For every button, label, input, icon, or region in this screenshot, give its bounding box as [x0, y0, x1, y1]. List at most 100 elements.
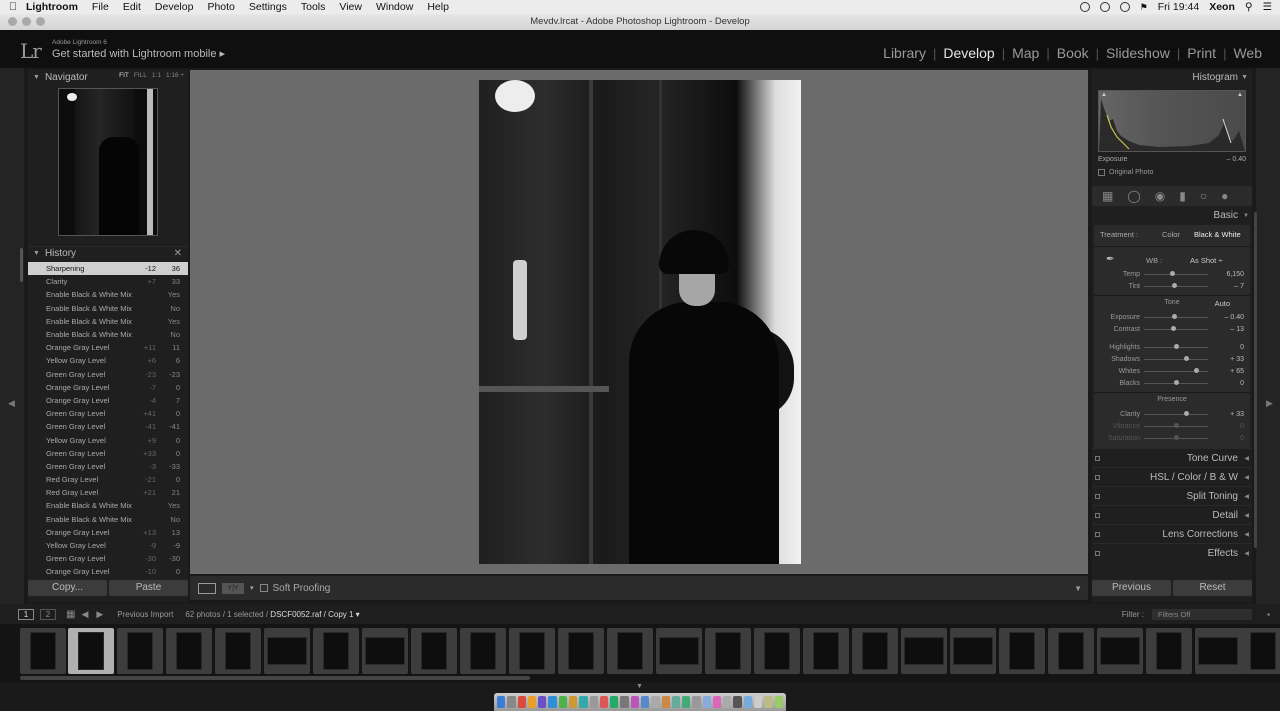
history-item[interactable]: Yellow Gray Level -9 -9 [28, 539, 188, 552]
history-item[interactable]: Clarity +7 33 [28, 275, 188, 288]
module-develop[interactable]: Develop [941, 45, 996, 61]
zoom-fill[interactable]: FILL [134, 72, 147, 79]
slider-value[interactable]: + 65 [1230, 368, 1244, 375]
history-item[interactable]: Green Gray Level -41 -41 [28, 420, 188, 433]
menu-tools[interactable]: Tools [301, 1, 326, 13]
menu-lightroom[interactable]: Lightroom [26, 1, 78, 13]
slider-value[interactable]: – 0.40 [1225, 314, 1244, 321]
panel-switch-icon[interactable] [1095, 455, 1100, 461]
module-library[interactable]: Library [881, 45, 928, 61]
history-item[interactable]: Enable Black & White Mix Yes [28, 315, 188, 328]
slider-track[interactable] [1144, 344, 1208, 349]
record-icon[interactable] [1079, 2, 1090, 12]
grid-view-icon[interactable]: ▦ [66, 609, 75, 620]
section-header[interactable]: Tone Curve ◀ [1092, 448, 1252, 467]
mobile-promo-link[interactable]: Get started with Lightroom mobile ▸ [52, 47, 225, 60]
dock-app-icon[interactable] [589, 696, 598, 708]
slider-value[interactable]: 6,150 [1226, 271, 1244, 278]
menu-edit[interactable]: Edit [123, 1, 141, 13]
adjustment-brush-icon[interactable]: ● [1221, 189, 1228, 203]
dock-app-icon[interactable] [538, 696, 547, 708]
dock-app-icon[interactable] [702, 696, 711, 708]
disclosure-triangle-icon[interactable]: ◀ [1244, 531, 1249, 538]
back-arrow-icon[interactable]: ◀ [81, 609, 88, 620]
filter-lock-icon[interactable]: ▪ [1267, 610, 1270, 619]
graduated-filter-icon[interactable]: ▮ [1179, 189, 1186, 203]
history-item[interactable]: Sharpening -12 36 [28, 262, 188, 276]
disclosure-triangle-icon[interactable]: ▼ [33, 74, 40, 81]
dock-app-icon[interactable] [579, 696, 588, 708]
dock-app-icon[interactable] [661, 696, 670, 708]
dock-app-icon[interactable] [558, 696, 567, 708]
treatment-bw-option[interactable]: Black & White [1194, 230, 1241, 239]
dock-app-icon[interactable] [568, 696, 578, 708]
dock-app-icon[interactable] [682, 696, 691, 708]
main-photo[interactable] [479, 80, 801, 564]
slider-track[interactable] [1144, 326, 1208, 331]
slider-value[interactable]: – 7 [1234, 283, 1244, 290]
filmstrip-thumbnail[interactable] [950, 628, 996, 674]
slider-track[interactable] [1144, 283, 1208, 288]
slider-knob[interactable] [1173, 435, 1179, 440]
slider-value[interactable]: 0 [1240, 435, 1244, 442]
filmstrip-thumbnail[interactable] [460, 628, 506, 674]
filter-select[interactable]: Filters Off [1152, 608, 1252, 620]
sync-icon[interactable] [1099, 2, 1110, 12]
slider-value[interactable]: 0 [1240, 344, 1244, 351]
section-header[interactable]: Lens Corrections ◀ [1092, 524, 1252, 543]
slider-knob[interactable] [1183, 356, 1189, 361]
history-item[interactable]: Green Gray Level -23 -23 [28, 368, 188, 381]
filmstrip-thumbnail[interactable] [264, 628, 310, 674]
slider-knob[interactable] [1173, 380, 1179, 385]
menu-window[interactable]: Window [376, 1, 413, 13]
history-item[interactable]: Enable Black & White Mix No [28, 328, 188, 341]
history-item[interactable]: Yellow Gray Level +6 6 [28, 354, 188, 367]
slider-knob[interactable] [1171, 314, 1177, 319]
paste-button[interactable]: Paste [109, 580, 188, 596]
panel-switch-icon[interactable] [1095, 493, 1100, 499]
basic-section-header[interactable]: Basic ▼ [1092, 206, 1252, 225]
menu-develop[interactable]: Develop [155, 1, 194, 13]
radial-filter-icon[interactable]: ○ [1200, 189, 1207, 203]
user-name[interactable]: Xeon [1209, 1, 1235, 13]
image-canvas[interactable] [190, 70, 1088, 574]
clear-history-icon[interactable]: ✕ [174, 248, 182, 259]
red-eye-icon[interactable]: ◉ [1155, 189, 1165, 203]
history-item[interactable]: Green Gray Level +33 0 [28, 447, 188, 460]
filmstrip-thumbnail[interactable] [558, 628, 604, 674]
slider-track[interactable] [1144, 356, 1208, 361]
module-slideshow[interactable]: Slideshow [1104, 45, 1172, 61]
filmstrip-thumbnail[interactable] [1240, 628, 1280, 674]
filmstrip-thumbnail[interactable] [607, 628, 653, 674]
history-item[interactable]: Green Gray Level -30 -30 [28, 552, 188, 565]
search-icon[interactable]: ⚲ [1245, 1, 1253, 13]
dock-app-icon[interactable] [692, 696, 701, 708]
history-item[interactable]: Green Gray Level -3 -33 [28, 460, 188, 473]
flag-icon[interactable]: ⚑ [1140, 2, 1148, 13]
slider-track[interactable] [1144, 435, 1208, 440]
history-item[interactable]: Orange Gray Level -4 7 [28, 394, 188, 407]
highlight-clipping-icon[interactable]: ▲ [1237, 92, 1243, 98]
collapse-right-icon[interactable]: ▶ [1266, 398, 1273, 409]
slider-knob[interactable] [1173, 423, 1179, 428]
history-scrollbar[interactable] [20, 248, 23, 282]
filmstrip-thumbnail[interactable] [1048, 628, 1094, 674]
navigator-header[interactable]: ▼ Navigator FIT FILL 1:1 1:16 ÷ [28, 70, 188, 84]
slider-track[interactable] [1144, 368, 1208, 373]
slider-track[interactable] [1144, 271, 1208, 276]
slider-value[interactable]: 0 [1240, 423, 1244, 430]
navigator-preview[interactable] [58, 88, 158, 236]
filmstrip-thumbnail[interactable] [803, 628, 849, 674]
dock-app-icon[interactable] [640, 696, 650, 708]
menu-view[interactable]: View [339, 1, 362, 13]
slider-knob[interactable] [1193, 368, 1199, 373]
disclosure-triangle-icon[interactable]: ◀ [1244, 512, 1249, 519]
reset-button[interactable]: Reset [1173, 580, 1252, 596]
history-item[interactable]: Orange Gray Level +13 13 [28, 526, 188, 539]
menu-help[interactable]: Help [427, 1, 449, 13]
filmstrip-thumbnail[interactable] [313, 628, 359, 674]
dock-app-icon[interactable] [497, 696, 506, 708]
filmstrip-thumbnail[interactable] [1097, 628, 1143, 674]
slider-track[interactable] [1144, 411, 1208, 416]
filmstrip-thumbnail[interactable] [20, 628, 66, 674]
